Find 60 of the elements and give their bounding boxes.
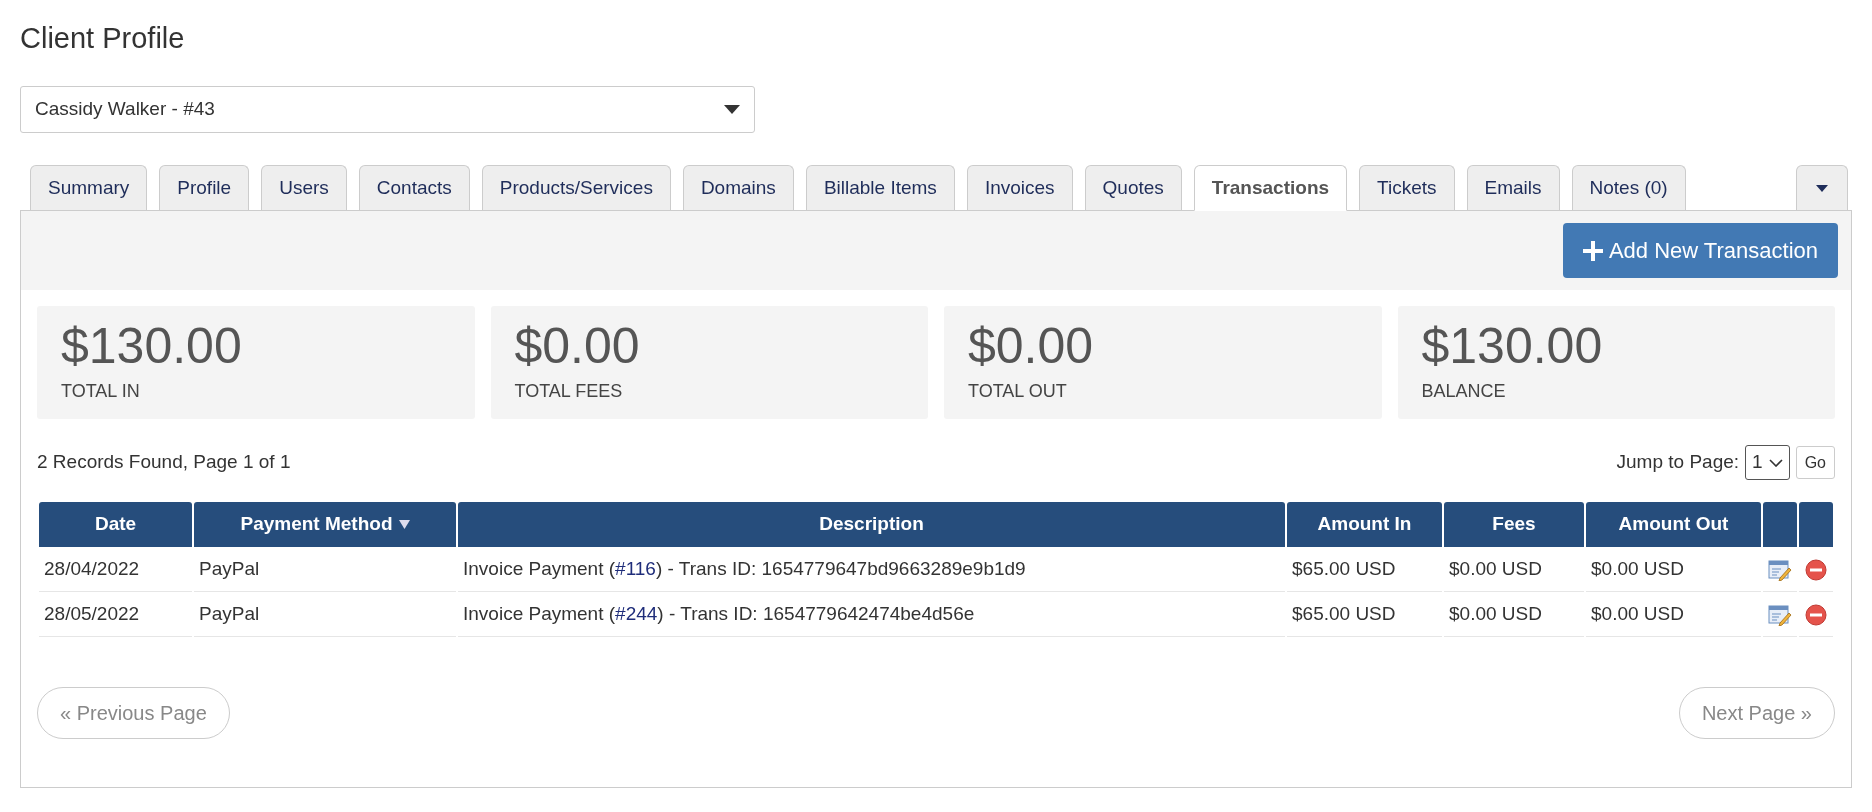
column-header[interactable]: Payment Method (194, 502, 456, 547)
table-cell: 28/05/2022 (39, 592, 192, 637)
previous-page-button[interactable]: « Previous Page (37, 687, 230, 739)
tab[interactable]: Notes (0) (1571, 165, 1686, 210)
next-page-button[interactable]: Next Page » (1678, 687, 1835, 739)
table-cell: $0.00 USD (1444, 592, 1584, 637)
caret-icon (724, 105, 740, 114)
tab[interactable]: Profile (159, 165, 250, 210)
column-header (1799, 502, 1833, 547)
stat-label: TOTAL IN (61, 380, 141, 403)
column-header[interactable]: Date (39, 502, 192, 547)
delete-icon[interactable] (1805, 603, 1827, 626)
column-header[interactable]: Fees (1444, 502, 1584, 547)
records-info: 2 Records Found, Page 1 of 1 (37, 450, 291, 475)
column-header (1763, 502, 1797, 547)
description-text: Invoice Payment (#116) - Trans ID: 1654779647bd9663289e9b1d9 (463, 557, 1026, 579)
plus-icon (1582, 240, 1603, 261)
chevron-down-icon (1768, 458, 1783, 467)
stat-label: TOTAL FEES (514, 380, 624, 403)
edit-icon[interactable] (1768, 558, 1792, 581)
edit-icon[interactable] (1768, 603, 1792, 626)
stat-value: $0.00 (968, 317, 1095, 376)
column-header[interactable]: Amount In (1287, 502, 1442, 547)
tab[interactable]: Transactions (1193, 165, 1348, 211)
table-cell: 28/04/2022 (39, 547, 192, 592)
table-cell: $65.00 USD (1287, 547, 1442, 592)
tab[interactable]: Billable Items (805, 165, 955, 210)
stat-value: $130.00 (61, 317, 243, 376)
tab[interactable]: Emails (1466, 165, 1560, 210)
tab[interactable]: Domains (682, 165, 794, 210)
table-cell: PayPal (194, 592, 456, 637)
column-header[interactable]: Amount Out (1586, 502, 1761, 547)
caret-icon (1816, 184, 1828, 192)
table-cell: PayPal (194, 547, 456, 592)
tab[interactable]: Quotes (1084, 165, 1182, 210)
go-button[interactable]: Go (1795, 446, 1835, 479)
stat-value: $130.00 (1421, 317, 1604, 376)
table-cell: $65.00 USD (1287, 592, 1442, 637)
description-text: Invoice Payment (#244) - Trans ID: 1654779642474be4d56e (463, 602, 975, 624)
tab[interactable]: Users (261, 165, 347, 210)
invoice-link[interactable]: #244 (615, 602, 658, 624)
stat-label: BALANCE (1421, 380, 1507, 403)
table-cell: $0.00 USD (1586, 592, 1761, 637)
add-transaction-button[interactable]: Add New Transaction (1562, 223, 1838, 278)
tab[interactable]: Products/Services (481, 165, 671, 210)
stat-label: TOTAL OUT (968, 380, 1068, 403)
delete-icon[interactable] (1805, 558, 1827, 581)
table-cell: $0.00 USD (1444, 547, 1584, 592)
page-select[interactable]: 1 (1745, 445, 1790, 480)
client-select[interactable]: Cassidy Walker - #43 (20, 86, 755, 133)
table-cell: $0.00 USD (1586, 547, 1761, 592)
column-header[interactable]: Description (458, 502, 1285, 547)
jump-label: Jump to Page: (1616, 450, 1740, 475)
tab[interactable]: Contacts (358, 165, 470, 210)
page-title: Client Profile (20, 21, 186, 56)
invoice-link[interactable]: #116 (615, 557, 656, 579)
stat-value: $0.00 (514, 317, 641, 376)
tab[interactable]: Tickets (1359, 165, 1455, 210)
tab[interactable]: Summary (30, 165, 148, 210)
tab[interactable]: Invoices (966, 165, 1073, 210)
